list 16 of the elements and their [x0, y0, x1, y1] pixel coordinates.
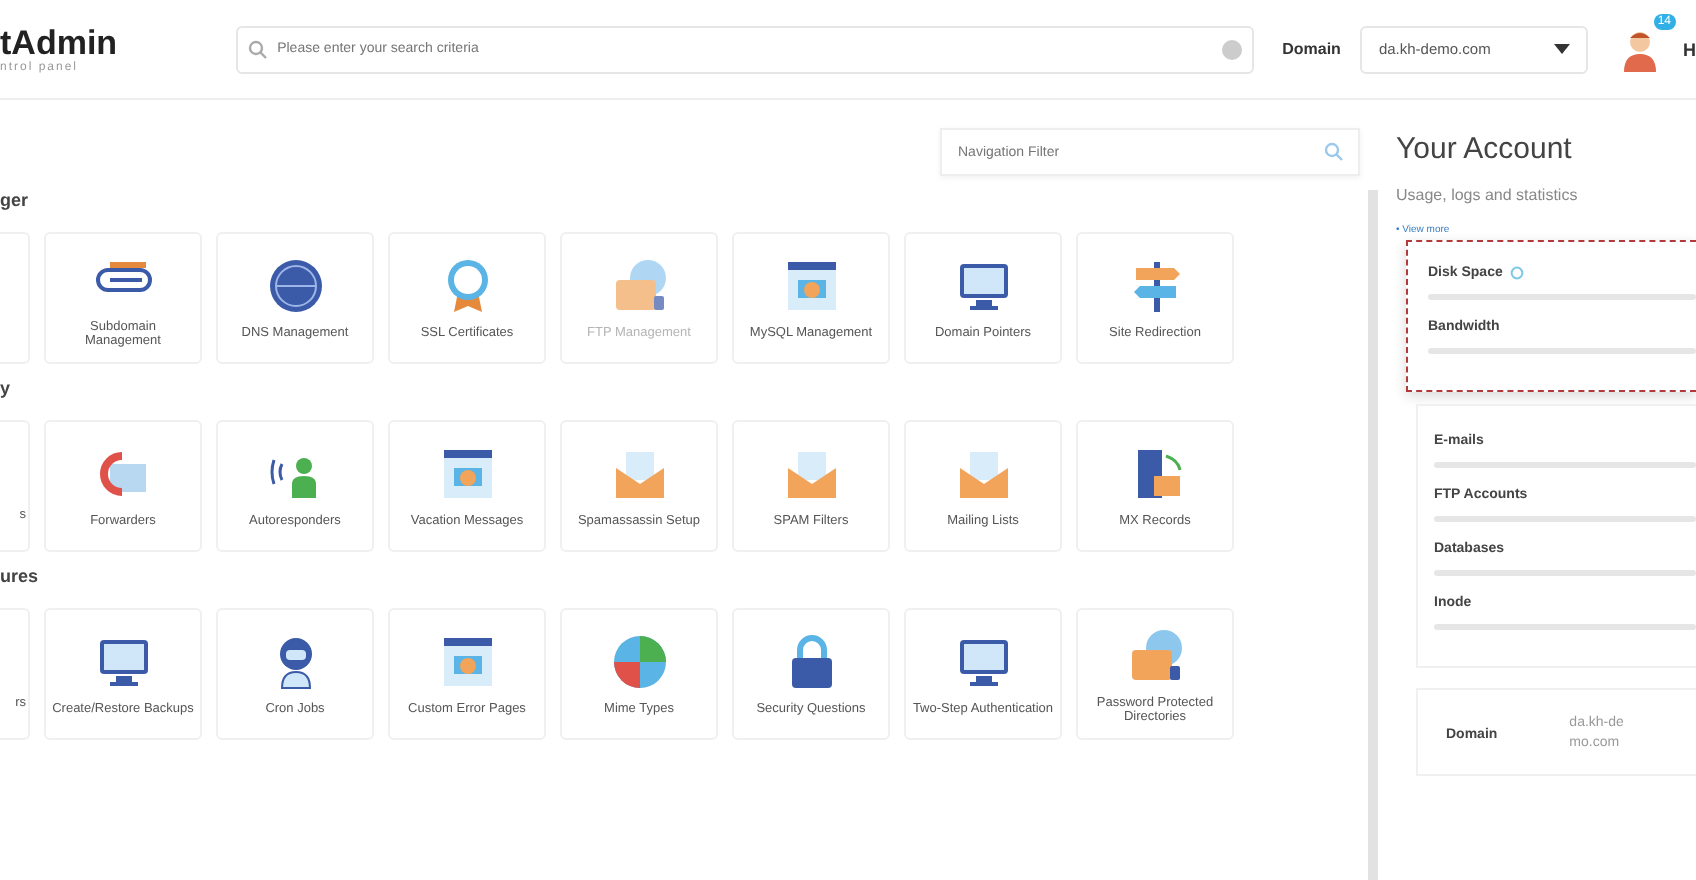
scrollbar[interactable]	[1368, 190, 1378, 880]
avatar-icon[interactable]	[1619, 27, 1659, 71]
logo-text: tAdmin	[0, 25, 120, 61]
user-name: H	[1683, 39, 1696, 59]
caret-icon	[1553, 44, 1569, 54]
account-subtitle: Usage, logs and statistics	[1396, 186, 1580, 204]
globe-icon	[265, 256, 325, 316]
pie-icon	[609, 632, 669, 692]
search-icon	[1324, 142, 1344, 162]
domain-label: Domain	[1282, 40, 1341, 58]
section-title: ures	[0, 566, 41, 586]
clear-icon[interactable]	[1222, 39, 1243, 59]
search-icon	[247, 39, 268, 59]
section-title: ger	[0, 190, 31, 210]
section-title: y	[0, 378, 13, 398]
account-title: Your Account	[1396, 132, 1574, 166]
